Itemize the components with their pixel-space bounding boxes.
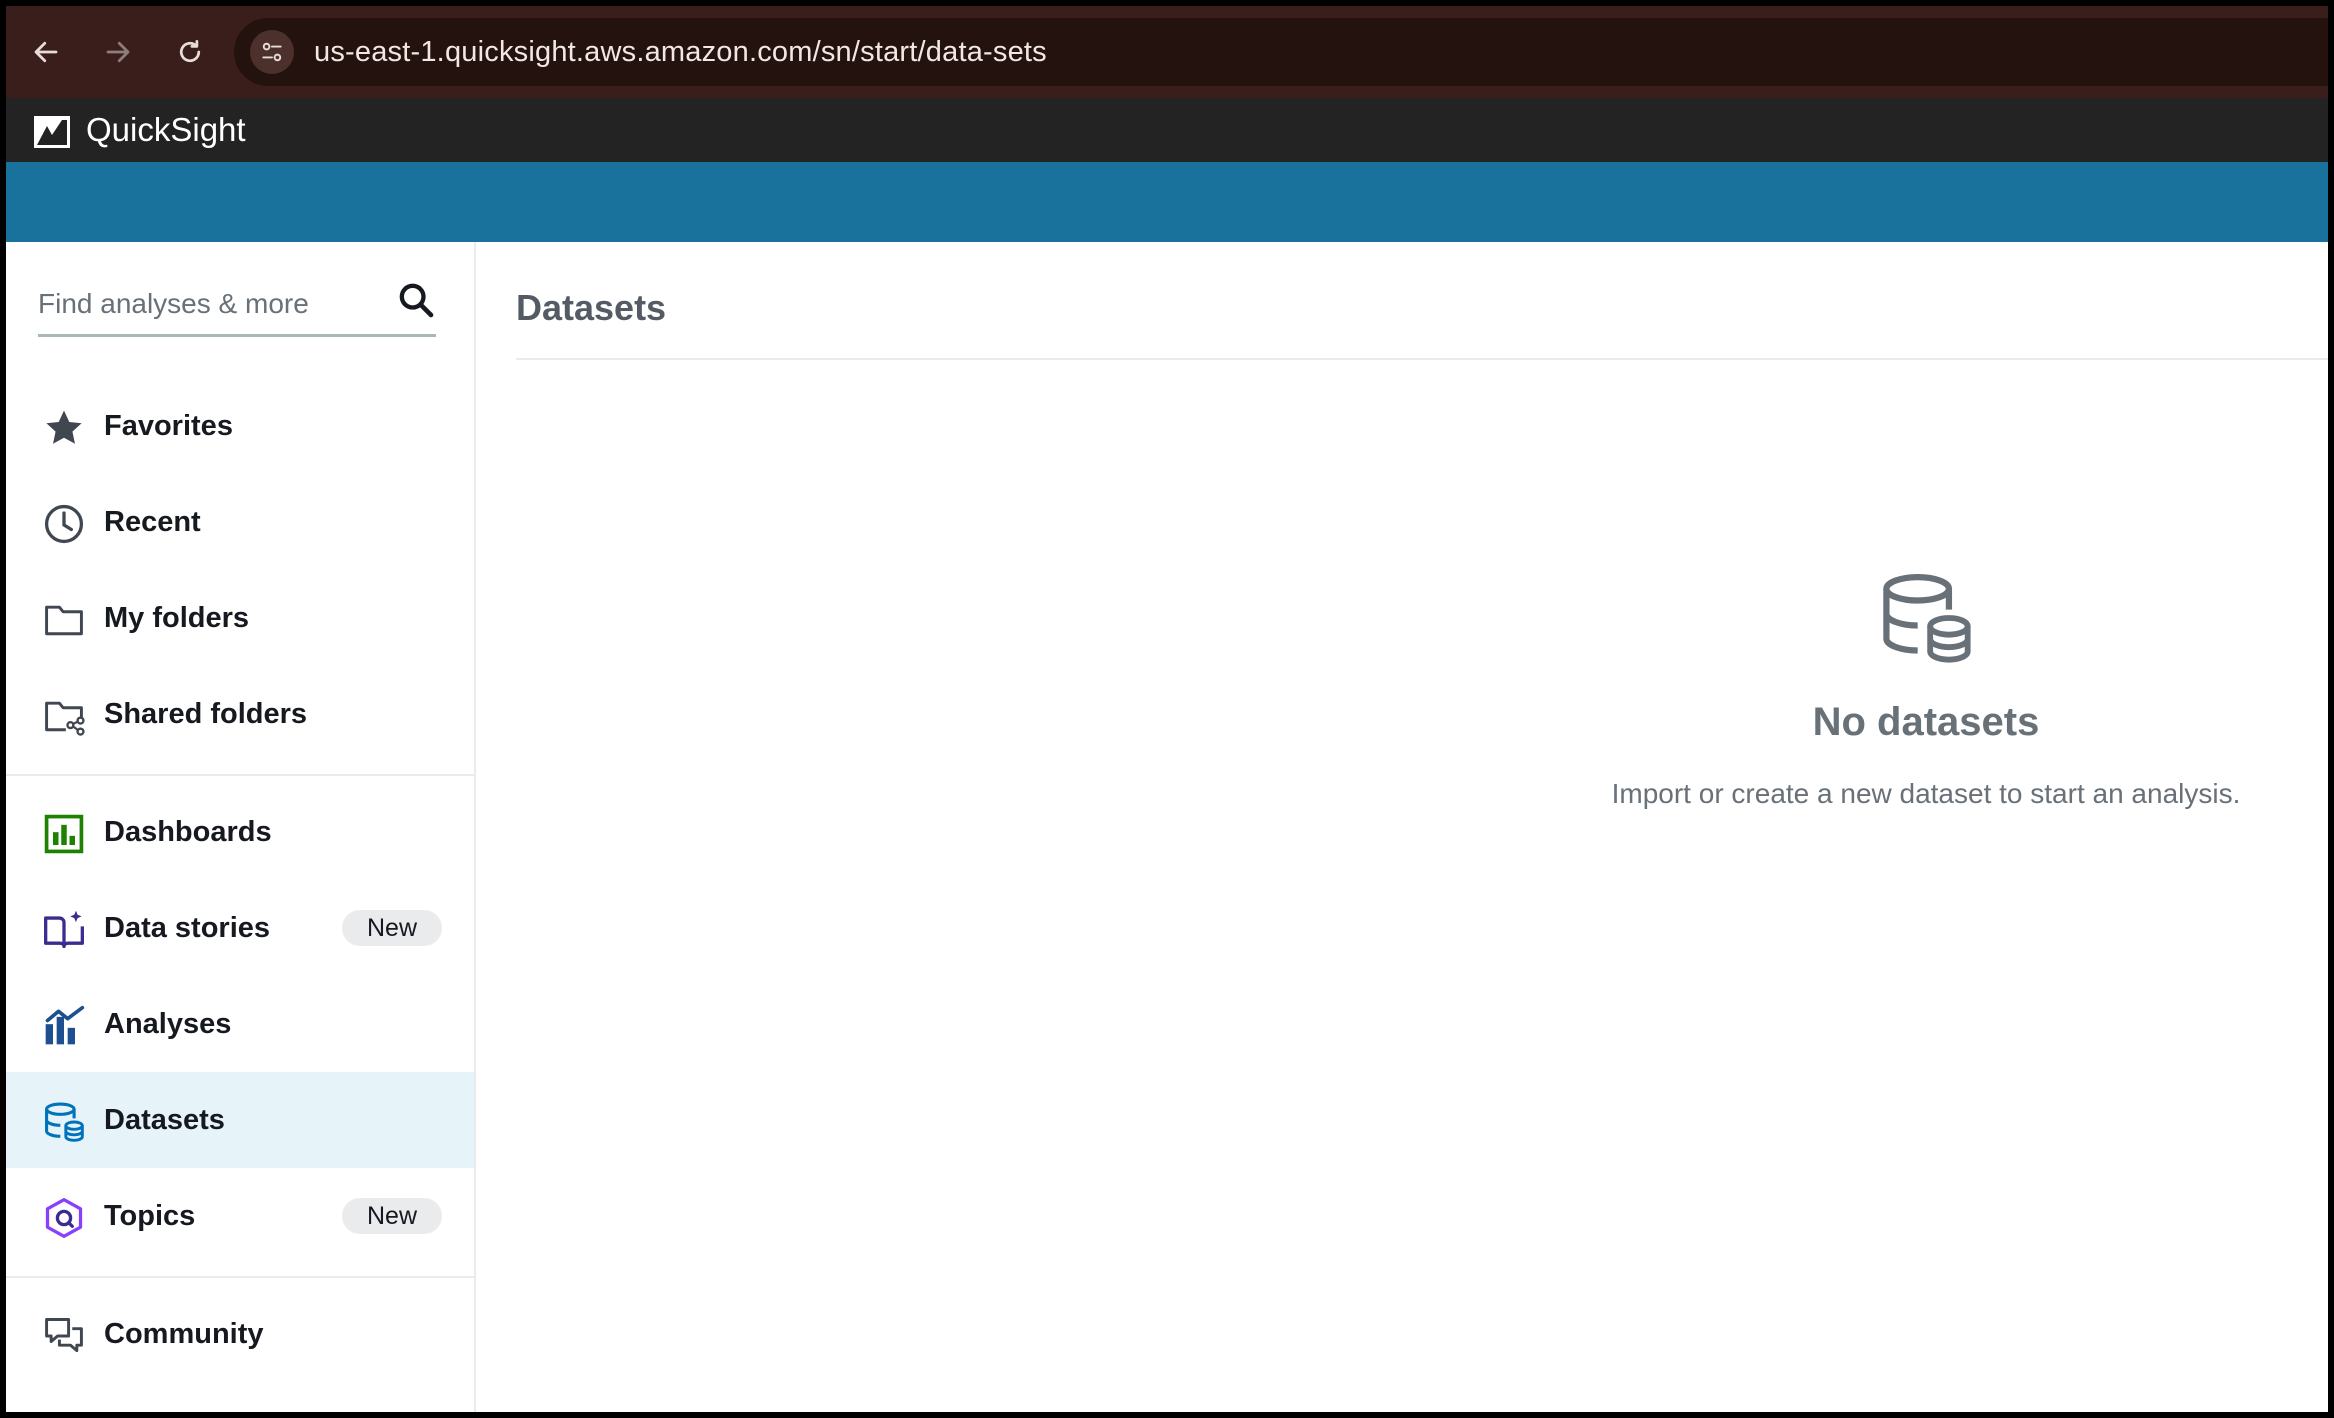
star-icon (46, 410, 82, 444)
sidebar-item-label: Datasets (104, 1104, 225, 1136)
clock-icon (44, 504, 84, 544)
browser-toolbar: us-east-1.quicksight.aws.amazon.com/sn/s… (6, 6, 2328, 98)
back-arrow-icon[interactable] (22, 28, 70, 76)
sidebar-item-favorites[interactable]: Favorites (6, 378, 474, 474)
header-band (6, 162, 2328, 242)
sidebar-item-label: Data stories (104, 912, 271, 944)
sidebar-item-shared-folders[interactable]: Shared folders (6, 666, 474, 762)
sidebar-item-label: Topics (104, 1200, 196, 1232)
sidebar-item-topics[interactable]: Topics New (6, 1168, 474, 1264)
data-story-icon (44, 910, 84, 949)
empty-state-title: No datasets (1812, 700, 2040, 744)
title-divider (516, 358, 2328, 360)
sidebar-item-label: Shared folders (104, 698, 308, 730)
app-header: QuickSight (6, 98, 2328, 162)
url-text[interactable]: us-east-1.quicksight.aws.amazon.com/sn/s… (314, 18, 1047, 86)
sidebar-item-dashboards[interactable]: Dashboards (6, 784, 474, 880)
new-badge: New (342, 910, 442, 946)
sidebar-item-community[interactable]: Community (6, 1286, 474, 1382)
sidebar-item-label: Analyses (104, 1008, 232, 1040)
folder-icon (45, 605, 83, 636)
topic-icon (45, 1198, 83, 1238)
community-icon (45, 1318, 83, 1353)
forward-arrow-icon[interactable] (94, 28, 142, 76)
sidebar: Favorites Recent My folders (6, 242, 476, 1412)
search-icon[interactable] (396, 280, 436, 320)
sidebar-item-label: Community (104, 1318, 264, 1350)
browser-window: us-east-1.quicksight.aws.amazon.com/sn/s… (6, 6, 2328, 1412)
sidebar-item-my-folders[interactable]: My folders (6, 570, 474, 666)
search-box (38, 278, 436, 337)
dataset-icon (45, 1102, 84, 1142)
sidebar-item-label: Favorites (104, 410, 233, 442)
sidebar-item-analyses[interactable]: Analyses (6, 976, 474, 1072)
sidebar-divider (6, 1276, 474, 1278)
quicksight-logo-icon[interactable] (34, 116, 70, 148)
sidebar-divider (6, 774, 474, 776)
page-title: Datasets (516, 287, 667, 328)
search-input[interactable] (38, 278, 378, 330)
sidebar-item-datasets[interactable]: Datasets (6, 1072, 474, 1168)
database-icon (1883, 574, 1971, 663)
app-title[interactable]: QuickSight (86, 98, 246, 162)
dashboard-icon (44, 814, 84, 854)
sidebar-item-data-stories[interactable]: Data stories New (6, 880, 474, 976)
shared-folder-icon (45, 701, 85, 736)
sidebar-item-label: Dashboards (104, 816, 272, 848)
analysis-icon (45, 1005, 85, 1045)
sidebar-item-recent[interactable]: Recent (6, 474, 474, 570)
site-settings-icon[interactable] (250, 30, 294, 74)
reload-icon[interactable] (166, 28, 214, 76)
sidebar-item-label: Recent (104, 506, 201, 538)
empty-state-subtitle: Import or create a new dataset to start … (1611, 778, 2241, 809)
address-bar[interactable]: us-east-1.quicksight.aws.amazon.com/sn/s… (234, 18, 2328, 86)
new-badge: New (342, 1198, 442, 1234)
sidebar-item-label: My folders (104, 602, 250, 634)
